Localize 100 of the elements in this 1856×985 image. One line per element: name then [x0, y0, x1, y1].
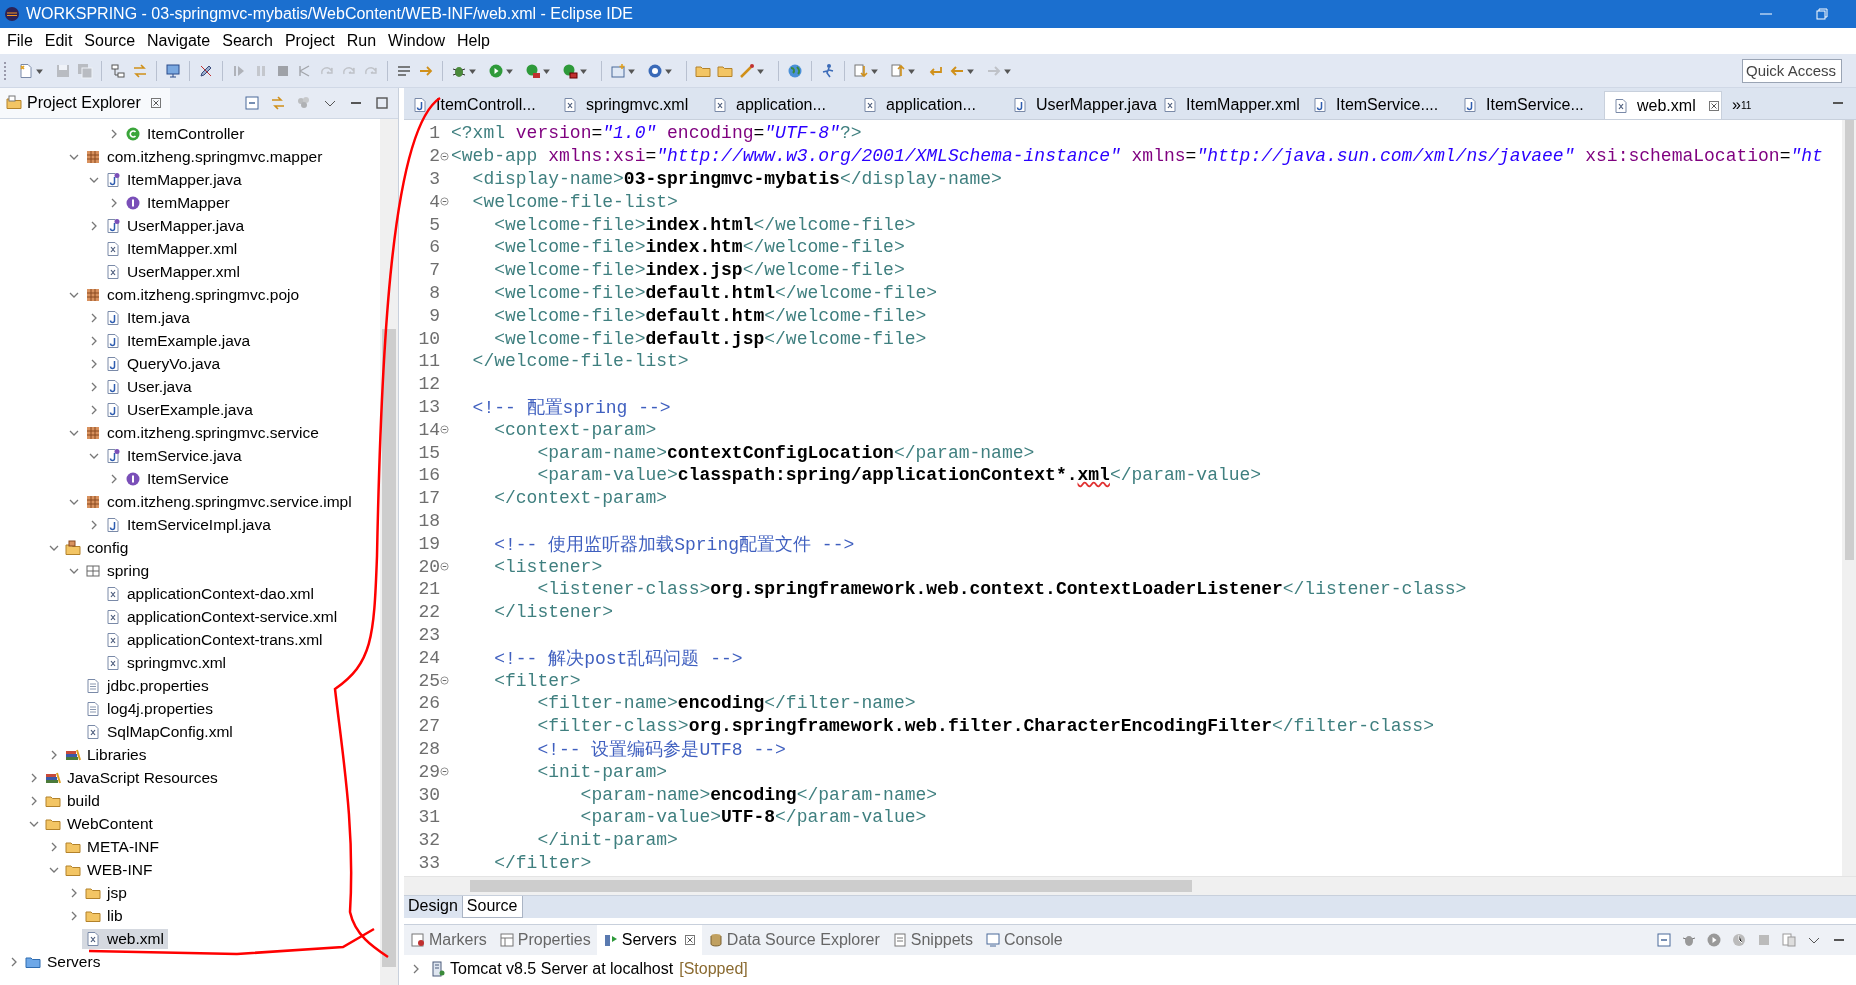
collapse-all-icon[interactable] — [244, 95, 260, 111]
editor-tab[interactable]: web.xml — [1604, 91, 1722, 119]
coverage-icon[interactable] — [525, 62, 541, 79]
close-icon[interactable] — [683, 934, 696, 946]
menu-item[interactable]: Source — [81, 30, 143, 52]
caret-icon[interactable] — [542, 66, 551, 75]
close-icon[interactable] — [1707, 99, 1720, 112]
fold-icon[interactable] — [440, 151, 449, 161]
tree-item[interactable]: ItemController — [122, 123, 249, 144]
tree-item[interactable]: applicationContext-service.xml — [102, 606, 342, 627]
tree-item[interactable]: User.java — [102, 376, 196, 397]
menu-item[interactable]: Window — [385, 30, 452, 52]
scrollbar[interactable] — [404, 876, 1856, 895]
tree-item[interactable]: ItemService — [122, 468, 233, 489]
fold-icon[interactable] — [440, 676, 449, 685]
caret-icon[interactable] — [907, 66, 916, 75]
tree-item[interactable]: Libraries — [62, 744, 151, 765]
publish-icon[interactable] — [1781, 932, 1797, 948]
tree-item[interactable]: QueryVo.java — [102, 353, 225, 374]
tree-item[interactable]: build — [42, 790, 104, 811]
scrollbar[interactable] — [380, 119, 398, 985]
down-arrow-icon[interactable] — [853, 62, 869, 79]
caret-icon[interactable] — [664, 66, 673, 75]
tools-icon[interactable] — [562, 62, 578, 79]
tree-item[interactable]: ItemMapper — [122, 192, 234, 213]
maximize-icon[interactable] — [374, 95, 390, 111]
editor-tab[interactable]: application... — [704, 91, 854, 119]
tree-item[interactable]: applicationContext-trans.xml — [102, 629, 327, 650]
tab[interactable]: Design — [404, 896, 462, 918]
view-tab[interactable]: Servers — [596, 925, 702, 955]
caret-icon[interactable] — [870, 66, 879, 75]
wand-icon[interactable] — [739, 62, 755, 79]
tree-item[interactable]: JavaScript Resources — [42, 767, 222, 788]
view-tab[interactable]: Project Explorer — [0, 88, 170, 118]
tree-item[interactable]: WebContent — [42, 813, 157, 834]
menu-item[interactable]: Help — [454, 30, 497, 52]
tree-item[interactable]: config — [62, 537, 133, 558]
new-file-icon[interactable] — [18, 62, 34, 79]
close-icon[interactable] — [149, 97, 162, 109]
fold-icon[interactable] — [440, 767, 449, 777]
tree-item[interactable]: lib — [82, 905, 127, 926]
menu-item[interactable]: Run — [343, 30, 384, 52]
server-item[interactable]: Tomcat v8.5 Server at localhost — [430, 960, 674, 978]
collapse-all-icon[interactable] — [1656, 932, 1672, 948]
tree-item[interactable]: ItemMapper.xml — [102, 238, 242, 259]
editor-tab[interactable]: ItemControll... — [404, 91, 554, 119]
link-icon[interactable] — [270, 95, 286, 111]
caret-icon[interactable] — [505, 66, 514, 75]
menu-item[interactable]: Project — [281, 30, 342, 52]
tree-item[interactable]: ItemExample.java — [102, 330, 255, 351]
editor-tab[interactable]: application... — [854, 91, 1004, 119]
caret-icon[interactable] — [468, 66, 477, 75]
tree-item[interactable]: web.xml — [82, 928, 168, 949]
tree-item[interactable]: ItemService.java — [102, 445, 246, 466]
editor-tab[interactable]: springmvc.xml — [554, 91, 704, 119]
fold-icon[interactable] — [440, 425, 449, 435]
tree-item[interactable]: META-INF — [62, 836, 164, 857]
caret-icon[interactable] — [579, 66, 588, 75]
view-tab[interactable]: Snippets — [885, 925, 980, 955]
caret-icon[interactable] — [756, 66, 765, 75]
tree-item[interactable]: UserExample.java — [102, 399, 257, 420]
tree-item[interactable]: log4j.properties — [82, 698, 217, 719]
tree-item[interactable]: ItemMapper.java — [102, 169, 246, 190]
editor-tab[interactable]: ItemService... — [1454, 91, 1604, 119]
tree-item[interactable]: com.itzheng.springmvc.mapper — [82, 146, 327, 167]
tree-item[interactable]: UserMapper.java — [102, 215, 249, 236]
tree-item[interactable]: com.itzheng.springmvc.service.impl — [82, 491, 356, 512]
run-icon[interactable] — [1706, 932, 1722, 948]
menu-item[interactable]: Search — [219, 30, 280, 52]
tree-item[interactable]: jsp — [82, 882, 131, 903]
search-field[interactable]: Quick Access — [1742, 58, 1842, 83]
menu-item[interactable]: Edit — [41, 30, 80, 52]
caret-icon[interactable] — [966, 66, 975, 75]
editor-tab[interactable]: ItemService.... — [1304, 91, 1454, 119]
tree-item[interactable]: UserMapper.xml — [102, 261, 244, 282]
menu-item[interactable]: File — [4, 30, 40, 52]
tree-item[interactable]: jdbc.properties — [82, 675, 213, 696]
tree-item[interactable]: applicationContext-dao.xml — [102, 583, 318, 604]
caret-icon[interactable] — [627, 66, 636, 75]
up-arrow-icon[interactable] — [890, 62, 906, 79]
tree-item[interactable]: com.itzheng.springmvc.service — [82, 422, 323, 443]
tree-item[interactable]: Servers — [22, 951, 105, 972]
tree-item[interactable]: com.itzheng.springmvc.pojo — [82, 284, 304, 305]
menu-item[interactable]: Navigate — [144, 30, 218, 52]
caret-icon[interactable] — [35, 66, 44, 75]
tab[interactable]: Source — [461, 896, 523, 918]
profile-icon[interactable] — [1731, 932, 1747, 948]
circle-icon[interactable] — [647, 62, 663, 79]
tree-item[interactable]: WEB-INF — [62, 859, 157, 880]
view-tab[interactable]: Properties — [492, 925, 597, 955]
scrollbar[interactable] — [1842, 120, 1856, 876]
fold-icon[interactable] — [440, 197, 449, 207]
tree-item[interactable]: SqlMapConfig.xml — [82, 721, 237, 742]
tree-item[interactable]: Item.java — [102, 307, 194, 328]
run-icon[interactable] — [488, 62, 504, 79]
fold-icon[interactable] — [440, 562, 449, 572]
restore-icon[interactable] — [1814, 6, 1830, 22]
view-tab[interactable]: Markers — [404, 925, 493, 955]
view-tab[interactable]: Console — [979, 925, 1069, 955]
tree-item[interactable]: springmvc.xml — [102, 652, 231, 673]
